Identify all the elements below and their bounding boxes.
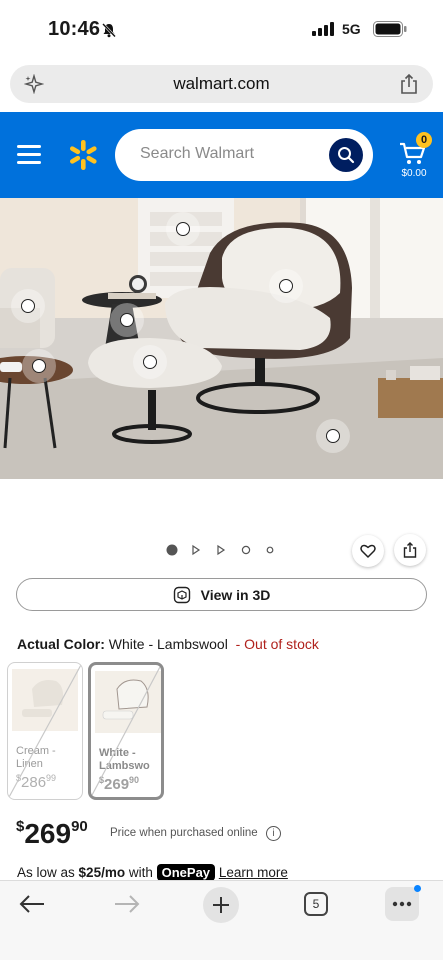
url-text: walmart.com	[173, 74, 270, 93]
search-button[interactable]	[329, 138, 363, 172]
walmart-spark-logo[interactable]	[67, 139, 99, 171]
address-bar[interactable]: walmart.com	[10, 65, 433, 103]
ellipsis-icon	[392, 901, 412, 907]
actual-color-value: White - Lambswool	[108, 636, 228, 652]
cart-total: $0.00	[401, 168, 427, 179]
cart-button[interactable]: 0 $0.00	[396, 130, 432, 182]
more-menu-button[interactable]	[385, 887, 419, 921]
site-header: Search Walmart 0 $0.00	[0, 112, 443, 198]
product-share-button[interactable]	[394, 534, 426, 566]
share-icon	[403, 542, 417, 558]
hotspot-ottoman[interactable]	[133, 345, 167, 379]
view-in-3d-label: View in 3D	[200, 586, 271, 603]
favorite-button[interactable]	[352, 535, 384, 567]
hotspot-sofa[interactable]	[11, 289, 45, 323]
search-input[interactable]: Search Walmart	[115, 129, 373, 181]
learn-more-link[interactable]: Learn more	[219, 865, 288, 880]
menu-icon[interactable]	[17, 145, 41, 165]
share-icon[interactable]	[399, 73, 419, 95]
hotspot-rug[interactable]	[316, 419, 350, 453]
cell-signal-icon	[312, 22, 334, 36]
image-carousel-indicator[interactable]	[166, 543, 286, 557]
browser-toolbar: 5	[0, 880, 443, 960]
network-type: 5G	[342, 21, 361, 37]
search-icon	[338, 147, 355, 164]
plus-icon	[213, 897, 229, 913]
hotspot-chair[interactable]	[269, 269, 303, 303]
back-arrow-icon[interactable]	[18, 893, 46, 915]
product-image[interactable]	[0, 198, 443, 479]
price-note: Price when purchased online	[110, 827, 258, 839]
view-in-3d-button[interactable]: View in 3D	[16, 578, 427, 611]
stock-status: - Out of stock	[235, 636, 319, 652]
product-price: $26990	[16, 818, 88, 849]
monthly-amount: $25/mo	[78, 865, 126, 880]
forward-arrow-icon[interactable]	[113, 893, 141, 915]
onepay-logo: OnePay	[156, 864, 216, 881]
status-time: 10:46	[48, 18, 101, 40]
3d-view-icon	[173, 586, 190, 603]
hotspot-coffee-table[interactable]	[22, 349, 56, 383]
color-swatch-white-lambswool[interactable]: White - Lambswo $26990	[88, 662, 164, 800]
cart-count-badge: 0	[416, 132, 432, 148]
financing-line: As low as $25/mo with OnePay Learn more	[17, 864, 288, 881]
unavailable-strike	[91, 665, 161, 797]
product-photo	[0, 198, 443, 479]
heart-icon	[360, 544, 376, 558]
notification-dot	[414, 885, 421, 892]
hotspot-dresser[interactable]	[166, 212, 200, 246]
new-tab-button[interactable]	[203, 887, 239, 923]
unavailable-strike	[8, 663, 82, 799]
color-swatch-cream-linen[interactable]: Cream - Linen $28699	[7, 662, 83, 800]
search-placeholder: Search Walmart	[140, 145, 255, 162]
actual-color-line: Actual Color: White - Lambswool - Out of…	[17, 636, 319, 652]
hotspot-side-table[interactable]	[110, 303, 144, 337]
tab-switcher-button[interactable]: 5	[304, 892, 328, 916]
battery-icon	[373, 21, 407, 37]
info-icon[interactable]: i	[266, 826, 281, 841]
silent-bell-icon	[102, 23, 116, 38]
status-bar: 10:46 5G	[0, 0, 443, 60]
actual-color-label: Actual Color:	[17, 636, 105, 652]
